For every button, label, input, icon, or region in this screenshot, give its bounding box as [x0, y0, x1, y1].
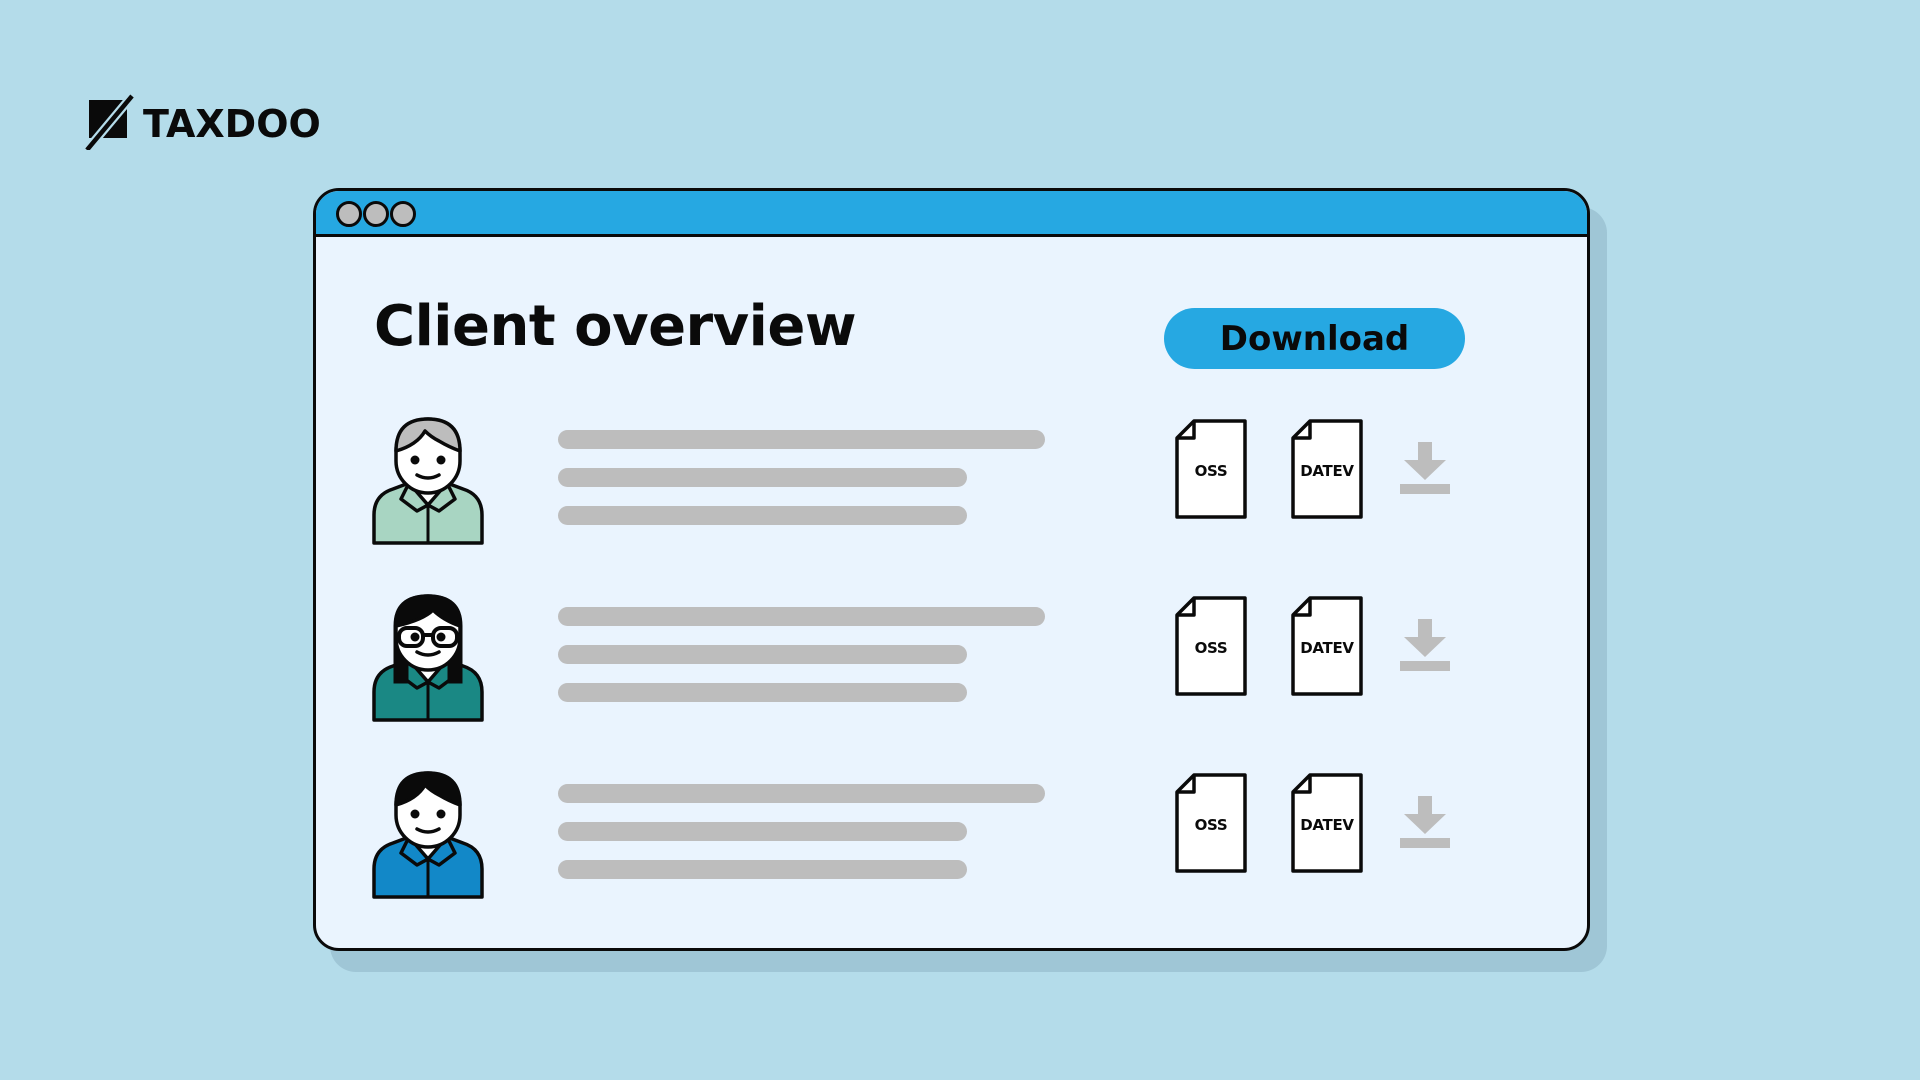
document-label: DATEV [1300, 639, 1354, 657]
window-titlebar [316, 191, 1587, 237]
avatar-woman-glasses-icon [372, 594, 484, 722]
document-label: DATEV [1300, 462, 1354, 480]
download-icon[interactable] [1400, 796, 1450, 848]
taxdoo-logo-icon [84, 94, 136, 150]
page-title: Client overview [374, 294, 857, 359]
placeholder-line [558, 607, 1045, 626]
placeholder-line [558, 506, 967, 525]
datev-document[interactable]: DATEV [1290, 418, 1364, 520]
document-label: DATEV [1300, 816, 1354, 834]
app-window: Client overview Download OSS DATEV OSS D… [313, 188, 1590, 951]
client-row-2: OSS DATEV [316, 590, 1587, 730]
placeholder-line [558, 645, 967, 664]
placeholder-line [558, 683, 967, 702]
brand-name: TAXDOO [143, 102, 321, 146]
avatar-man-gray-hair-icon [372, 417, 484, 545]
client-row-3: OSS DATEV [316, 767, 1587, 907]
download-button[interactable]: Download [1164, 308, 1465, 369]
oss-document[interactable]: OSS [1174, 772, 1248, 874]
document-label: OSS [1194, 462, 1228, 480]
oss-document[interactable]: OSS [1174, 595, 1248, 697]
download-icon[interactable] [1400, 619, 1450, 671]
window-maximize-dot[interactable] [390, 201, 416, 227]
datev-document[interactable]: DATEV [1290, 772, 1364, 874]
document-label: OSS [1194, 639, 1228, 657]
window-close-dot[interactable] [336, 201, 362, 227]
datev-document[interactable]: DATEV [1290, 595, 1364, 697]
placeholder-line [558, 468, 967, 487]
window-minimize-dot[interactable] [363, 201, 389, 227]
download-icon[interactable] [1400, 442, 1450, 494]
document-label: OSS [1194, 816, 1228, 834]
avatar-man-dark-hair-icon [372, 771, 484, 899]
placeholder-line [558, 822, 967, 841]
placeholder-line [558, 784, 1045, 803]
taxdoo-logo: TAXDOO [84, 94, 321, 150]
placeholder-line [558, 860, 967, 879]
placeholder-line [558, 430, 1045, 449]
oss-document[interactable]: OSS [1174, 418, 1248, 520]
client-row-1: OSS DATEV [316, 413, 1587, 553]
